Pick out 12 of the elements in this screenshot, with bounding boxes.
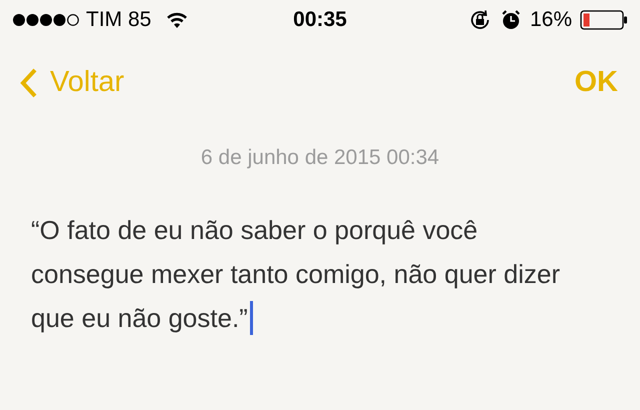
- back-button[interactable]: Voltar: [20, 61, 124, 105]
- wifi-icon: [165, 11, 190, 29]
- chevron-left-icon: [20, 67, 38, 99]
- note-text[interactable]: “O fato de eu não saber o porquê você consegue mexer tanto comigo, não quer dizer que eu não goste.”: [31, 208, 571, 340]
- signal-icon: [12, 13, 80, 27]
- note-date: 6 de junho de 2015 00:34: [200, 145, 440, 171]
- carrier-name: TIM 85: [86, 7, 152, 34]
- alarm-clock-icon: [500, 9, 522, 31]
- clock-time: 00:35: [293, 7, 347, 34]
- battery-icon: [580, 10, 628, 30]
- battery-percentage: 16%: [530, 7, 572, 34]
- ok-button[interactable]: OK: [574, 61, 620, 105]
